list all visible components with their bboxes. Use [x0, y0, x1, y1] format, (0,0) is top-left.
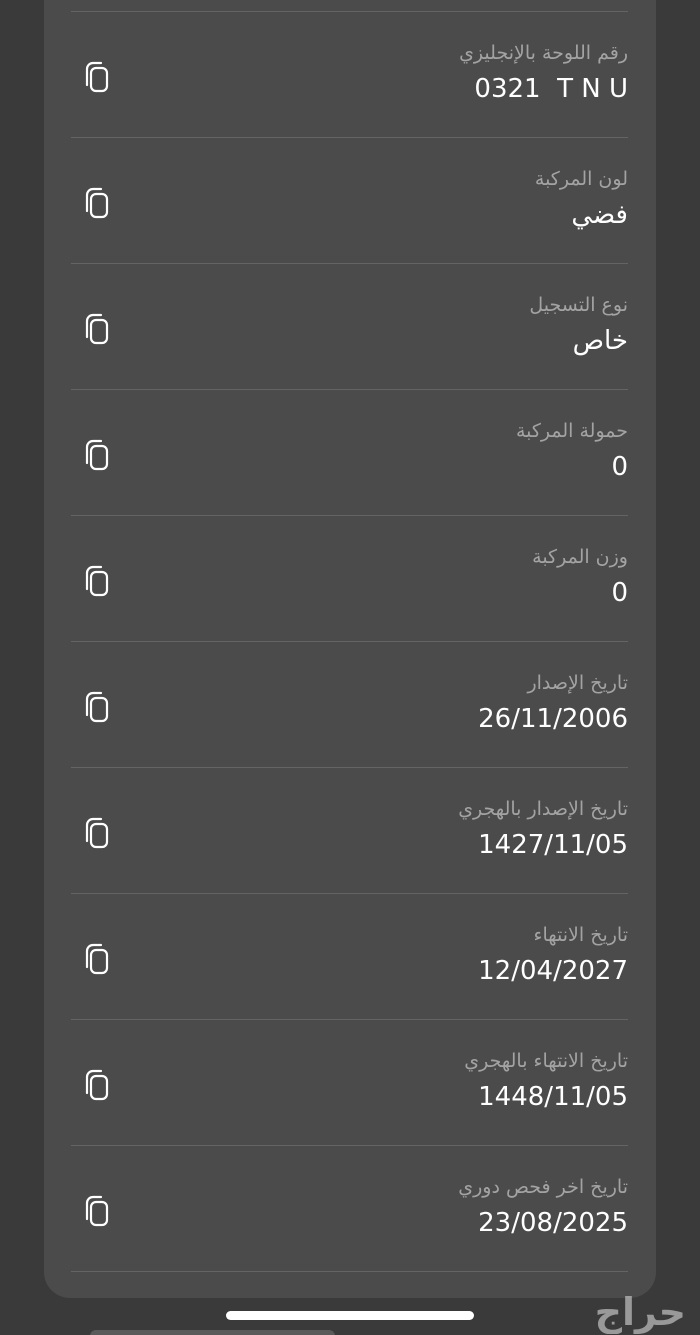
copy-icon [85, 943, 109, 975]
vehicle-details-list: رقم اللوحة بالإنجليزي 0321 T N U لون الم… [71, 11, 628, 1272]
detail-label: تاريخ الانتهاء بالهجري [464, 1050, 628, 1072]
detail-text: تاريخ الإصدار 26/11/2006 [478, 670, 628, 739]
detail-row-vehicle-load: حمولة المركبة 0 [71, 390, 628, 516]
detail-label: تاريخ الإصدار بالهجري [458, 798, 628, 820]
copy-icon [85, 187, 109, 219]
copy-icon [85, 313, 109, 345]
screen: رقم اللوحة بالإنجليزي 0321 T N U لون الم… [0, 0, 700, 1335]
detail-text: تاريخ اخر فحص دوري 23/08/2025 [458, 1174, 628, 1243]
detail-value: 0 [611, 578, 628, 608]
detail-text: وزن المركبة 0 [532, 544, 628, 613]
copy-button[interactable] [71, 682, 121, 732]
detail-label: تاريخ الانتهاء [533, 924, 628, 946]
detail-text: تاريخ الانتهاء 12/04/2027 [478, 922, 628, 991]
detail-value: 26/11/2006 [478, 704, 628, 734]
detail-value: 1448/11/05 [478, 1082, 628, 1112]
detail-row-last-inspection-date: تاريخ اخر فحص دوري 23/08/2025 [71, 1146, 628, 1272]
copy-button[interactable] [71, 52, 121, 102]
detail-row-expiry-date: تاريخ الانتهاء 12/04/2027 [71, 894, 628, 1020]
copy-button[interactable] [71, 556, 121, 606]
detail-value: 0321 T N U [474, 74, 628, 104]
copy-icon [85, 565, 109, 597]
detail-row-issue-date: تاريخ الإصدار 26/11/2006 [71, 642, 628, 768]
copy-button[interactable] [71, 178, 121, 228]
detail-value: 23/08/2025 [478, 1208, 628, 1238]
detail-value: فضي [571, 200, 628, 230]
home-indicator[interactable] [226, 1311, 474, 1320]
detail-label: تاريخ اخر فحص دوري [458, 1176, 628, 1198]
detail-label: حمولة المركبة [515, 420, 628, 442]
detail-value: 1427/11/05 [478, 830, 628, 860]
detail-row-issue-date-hijri: تاريخ الإصدار بالهجري 1427/11/05 [71, 768, 628, 894]
detail-row-registration-type: نوع التسجيل خاص [71, 264, 628, 390]
detail-label: لون المركبة [534, 168, 628, 190]
copy-button[interactable] [71, 1060, 121, 1110]
detail-row-expiry-date-hijri: تاريخ الانتهاء بالهجري 1448/11/05 [71, 1020, 628, 1146]
watermark-logo: حراج [594, 1290, 687, 1334]
detail-text: تاريخ الانتهاء بالهجري 1448/11/05 [464, 1048, 628, 1117]
detail-value: 12/04/2027 [478, 956, 628, 986]
detail-label: رقم اللوحة بالإنجليزي [459, 42, 628, 64]
copy-icon [85, 61, 109, 93]
copy-button[interactable] [71, 808, 121, 858]
copy-icon [85, 1069, 109, 1101]
copy-button[interactable] [71, 934, 121, 984]
detail-text: رقم اللوحة بالإنجليزي 0321 T N U [459, 40, 628, 109]
copy-button[interactable] [71, 1186, 121, 1236]
detail-value: 0 [611, 452, 628, 482]
copy-icon [85, 1195, 109, 1227]
detail-row-plate-english: رقم اللوحة بالإنجليزي 0321 T N U [71, 12, 628, 138]
detail-label: وزن المركبة [532, 546, 628, 568]
detail-text: لون المركبة فضي [535, 166, 628, 235]
detail-value: خاص [572, 326, 628, 356]
detail-text: نوع التسجيل خاص [529, 292, 628, 361]
bottom-edge [90, 1330, 335, 1335]
detail-text: حمولة المركبة 0 [516, 418, 628, 487]
detail-row-vehicle-color: لون المركبة فضي [71, 138, 628, 264]
copy-button[interactable] [71, 304, 121, 354]
detail-text: تاريخ الإصدار بالهجري 1427/11/05 [458, 796, 628, 865]
copy-icon [85, 439, 109, 471]
copy-icon [85, 817, 109, 849]
detail-row-vehicle-weight: وزن المركبة 0 [71, 516, 628, 642]
copy-icon [85, 691, 109, 723]
detail-label: نوع التسجيل [529, 294, 628, 316]
copy-button[interactable] [71, 430, 121, 480]
detail-label: تاريخ الإصدار [527, 672, 628, 694]
